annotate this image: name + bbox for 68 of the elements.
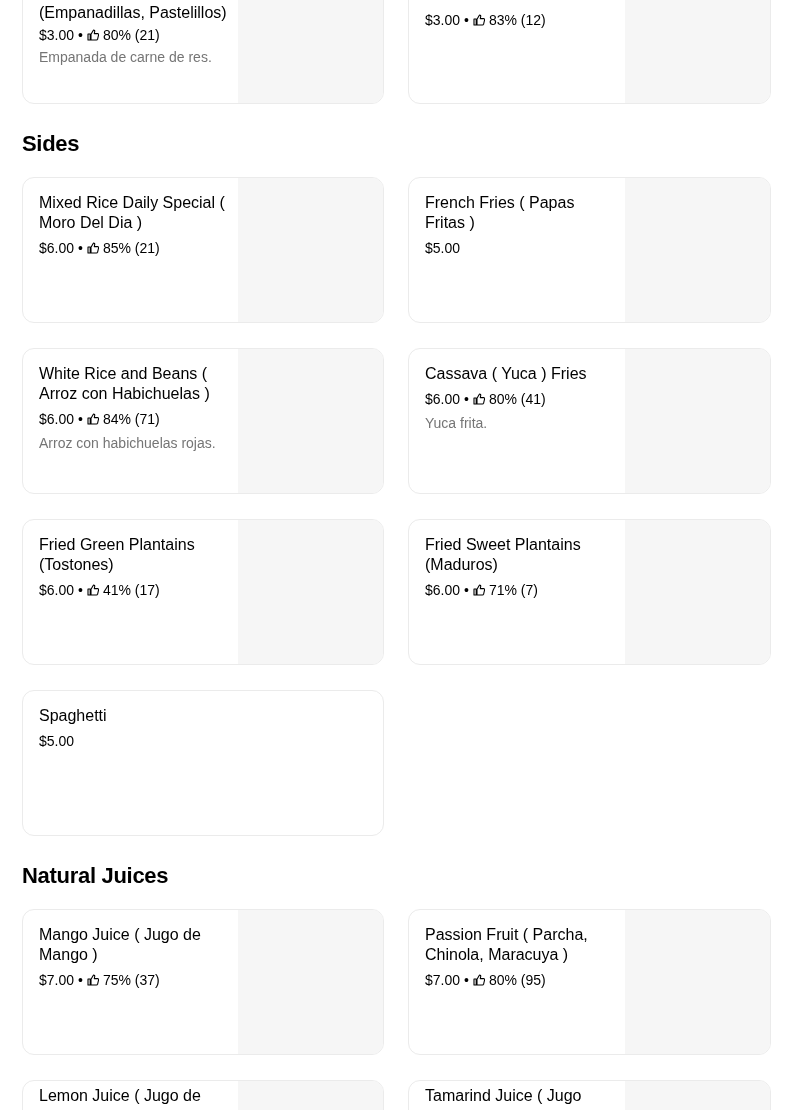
- item-name: Fried Sweet Plantains (Maduros): [425, 535, 582, 575]
- item-description: Empanada de carne de res.: [39, 48, 213, 67]
- thumbs-up-icon: [472, 14, 485, 26]
- item-rating: 80% (41): [488, 390, 546, 409]
- item-price: $7.00: [425, 971, 461, 990]
- item-price: $3.00: [39, 26, 75, 45]
- separator: •: [78, 239, 83, 258]
- thumbs-up-icon: [86, 29, 99, 41]
- menu-item-card[interactable]: French Fries ( Papas Fritas ) $5.00: [408, 177, 771, 323]
- menu-item-card[interactable]: Fried Sweet Plantains (Maduros) $6.00 • 71% (7): [408, 519, 771, 665]
- menu-item-card[interactable]: Fried Green Plantains (Tostones) $6.00 • 41% (17): [22, 519, 384, 665]
- item-price: $6.00: [39, 410, 75, 429]
- item-rating: 83% (12): [488, 11, 546, 30]
- menu-item-card[interactable]: Spaghetti $5.00: [22, 690, 384, 836]
- separator: •: [464, 11, 469, 30]
- item-price: $5.00: [425, 239, 461, 258]
- menu-item-card[interactable]: Passion Fruit ( Parcha, Chinola, Maracuya ) $7.00 • 80% (95): [408, 909, 771, 1055]
- item-name: Lemon Juice ( Jugo de: [39, 1086, 202, 1106]
- section-heading: Natural Juices: [22, 862, 170, 890]
- menu-item-card[interactable]: Mango Juice ( Jugo de Mango ) $7.00 • 75% (37): [22, 909, 384, 1055]
- item-price: $6.00: [39, 581, 75, 600]
- menu-item-card[interactable]: Lemon Juice ( Jugo de: [22, 1080, 384, 1110]
- menu-item-card[interactable]: Cassava ( Yuca ) Fries $6.00 • 80% (41) Yuca frita.: [408, 348, 771, 494]
- item-name: Mixed Rice Daily Special ( Moro Del Dia ): [39, 193, 226, 233]
- item-name: White Rice and Beans ( Arroz con Habichuelas ): [39, 364, 211, 404]
- item-name: Passion Fruit ( Parcha, Chinola, Maracuya ): [425, 925, 589, 965]
- separator: •: [78, 971, 83, 990]
- item-rating: 71% (7): [488, 581, 538, 600]
- thumbs-up-icon: [86, 974, 99, 986]
- item-price: $3.00: [425, 11, 461, 30]
- section-heading: Sides: [22, 130, 81, 158]
- separator: •: [78, 581, 83, 600]
- item-price: $6.00: [39, 239, 75, 258]
- item-rating: 75% (37): [102, 971, 160, 990]
- thumbs-up-icon: [472, 974, 485, 986]
- item-price: $7.00: [39, 971, 75, 990]
- thumbs-up-icon: [86, 242, 99, 254]
- item-rating: 41% (17): [102, 581, 160, 600]
- menu-item-card[interactable]: Mixed Rice Daily Special ( Moro Del Dia ) $6.00 • 85% (21): [22, 177, 384, 323]
- thumbs-up-icon: [472, 584, 485, 596]
- item-name: Cassava ( Yuca ) Fries: [425, 364, 588, 384]
- separator: •: [464, 971, 469, 990]
- separator: •: [464, 581, 469, 600]
- item-price: $6.00: [425, 581, 461, 600]
- thumbs-up-icon: [472, 393, 485, 405]
- thumbs-up-icon: [86, 584, 99, 596]
- item-name: Mango Juice ( Jugo de Mango ): [39, 925, 202, 965]
- menu-item-card[interactable]: White Rice and Beans ( Arroz con Habichuelas ) $6.00 • 84% (71) Arroz con habichuelas rojas.: [22, 348, 384, 494]
- item-name: Fried Green Plantains (Tostones): [39, 535, 196, 575]
- item-description: Yuca frita.: [425, 414, 489, 433]
- item-rating: 85% (21): [102, 239, 160, 258]
- separator: •: [464, 390, 469, 409]
- item-price: $5.00: [39, 732, 75, 751]
- separator: •: [78, 410, 83, 429]
- item-name: (Empanadillas, Pastelillos): [39, 3, 228, 23]
- separator: •: [78, 26, 83, 45]
- menu-item-card[interactable]: Tamarind Juice ( Jugo: [408, 1080, 771, 1110]
- item-description: Arroz con habichuelas rojas.: [39, 434, 217, 453]
- item-name: Tamarind Juice ( Jugo: [425, 1086, 583, 1106]
- item-price: $6.00: [425, 390, 461, 409]
- item-name: French Fries ( Papas Fritas ): [425, 193, 576, 233]
- item-name: Spaghetti: [39, 706, 108, 726]
- item-rating: 80% (21): [102, 26, 160, 45]
- item-rating: 84% (71): [102, 410, 160, 429]
- item-rating: 80% (95): [488, 971, 546, 990]
- menu-item-card[interactable]: $3.00 • 83% (12): [408, 0, 771, 104]
- thumbs-up-icon: [86, 413, 99, 425]
- menu-item-card[interactable]: (Empanadillas, Pastelillos) $3.00 • 80% (21) Empanada de carne de res.: [22, 0, 384, 104]
